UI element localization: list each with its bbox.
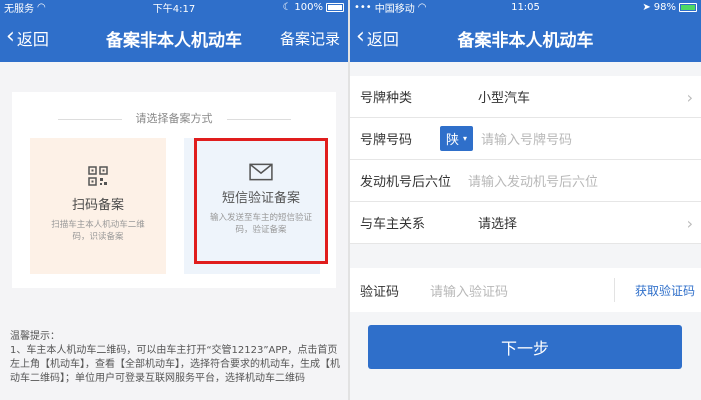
scan-option[interactable]: 扫码备案 扫描车主本人机动车二维码，识读备案 xyxy=(30,138,166,274)
chevron-left-icon: ‹ xyxy=(6,24,15,49)
battery-percent: 100% xyxy=(294,1,323,13)
tips: 温馨提示： 1、车主本人机动车二维码，可以由车主打开“交管12123”APP，点… xyxy=(10,330,340,386)
status-bar: ••• 中国移动 ◠ 11:05 ➤ 98% xyxy=(350,0,701,15)
nav-bar: ‹ 返回 备案非本人机动车 备案记录 xyxy=(0,14,348,62)
carrier-text: 中国移动 xyxy=(374,3,415,15)
location-icon: ➤ xyxy=(642,1,651,13)
relation-value: 请选择 xyxy=(478,217,518,232)
vehicle-form: 号牌种类 小型汽车 › 号牌号码 陕 ▾ 请输入号牌号码 发动机号后六位 请输入发… xyxy=(350,76,701,244)
back-button[interactable]: ‹ 返回 xyxy=(356,14,399,62)
nav-bar: ‹ 返回 备案非本人机动车 xyxy=(350,14,701,62)
caret-down-icon: ▾ xyxy=(463,134,468,143)
province-select[interactable]: 陕 ▾ xyxy=(440,126,474,151)
battery-icon xyxy=(326,2,344,12)
back-label: 返回 xyxy=(16,30,49,49)
chevron-right-icon: › xyxy=(686,88,693,107)
next-button[interactable]: 下一步 xyxy=(368,325,682,369)
plate-number-row: 号牌号码 陕 ▾ 请输入号牌号码 xyxy=(350,118,701,160)
records-button[interactable]: 备案记录 xyxy=(280,14,340,62)
plate-type-value: 小型汽车 xyxy=(478,91,531,106)
choose-title: 请选择备案方式 xyxy=(135,112,213,125)
page-title: 备案非本人机动车 xyxy=(457,30,594,51)
signal-icon: ••• xyxy=(354,1,372,13)
sms-option-desc: 输入发送至车主的短信验证码，验证备案 xyxy=(209,213,312,235)
battery-icon xyxy=(679,2,697,12)
sms-option-title: 短信验证备案 xyxy=(221,191,300,206)
left-screen: 无服务 ◠ 下午4:17 ☾ 100% ‹ 返回 备案非本人机动车 备案记录 请… xyxy=(0,0,348,400)
moon-icon: ☾ xyxy=(282,1,292,13)
tips-title: 温馨提示： xyxy=(10,331,60,342)
envelope-icon xyxy=(249,163,273,181)
wifi-icon: ◠ xyxy=(37,1,46,13)
scan-option-title: 扫码备案 xyxy=(71,198,124,213)
divider xyxy=(57,118,122,120)
status-bar: 无服务 ◠ 下午4:17 ☾ 100% xyxy=(0,0,348,15)
verify-code-input[interactable]: 请输入验证码 xyxy=(430,281,508,300)
verify-code-row: 验证码 请输入验证码 获取验证码 xyxy=(350,268,701,312)
sms-option[interactable]: 短信验证备案 输入发送至车主的短信验证码，验证备案 xyxy=(194,138,328,264)
method-card: 请选择备案方式 扫码备案 扫描车主本人机动车二维码，识读备案 短信验证备案 输入 xyxy=(12,92,336,288)
chevron-left-icon: ‹ xyxy=(356,24,365,49)
wifi-icon: ◠ xyxy=(417,1,427,13)
province-value: 陕 xyxy=(446,133,460,148)
back-label: 返回 xyxy=(366,30,399,49)
divider xyxy=(226,118,291,120)
divider xyxy=(614,278,615,302)
carrier-text: 无服务 xyxy=(4,3,34,15)
right-screen: ••• 中国移动 ◠ 11:05 ➤ 98% ‹ 返回 备案非本人机动车 号牌种… xyxy=(350,0,701,400)
engine-number-row: 发动机号后六位 请输入发动机号后六位 xyxy=(350,160,701,202)
tips-text: 1、车主本人机动车二维码，可以由车主打开“交管12123”APP，点击首页左上角… xyxy=(10,345,340,384)
plate-type-row[interactable]: 号牌种类 小型汽车 › xyxy=(350,76,701,118)
verify-code-label: 验证码 xyxy=(360,284,400,300)
plate-type-label: 号牌种类 xyxy=(360,91,413,106)
engine-number-input[interactable]: 请输入发动机号后六位 xyxy=(468,171,598,190)
relation-label: 与车主关系 xyxy=(360,217,426,232)
plate-number-input[interactable]: 请输入号牌号码 xyxy=(481,129,572,148)
back-button[interactable]: ‹ 返回 xyxy=(6,14,49,62)
relation-row[interactable]: 与车主关系 请选择 › xyxy=(350,202,701,244)
get-code-button[interactable]: 获取验证码 xyxy=(635,268,695,312)
engine-number-label: 发动机号后六位 xyxy=(360,175,452,190)
plate-number-label: 号牌号码 xyxy=(360,133,413,148)
qrcode-icon xyxy=(88,166,108,186)
battery-percent: 98% xyxy=(653,1,676,13)
chevron-right-icon: › xyxy=(686,214,693,233)
scan-option-desc: 扫描车主本人机动车二维码，识读备案 xyxy=(51,220,145,242)
